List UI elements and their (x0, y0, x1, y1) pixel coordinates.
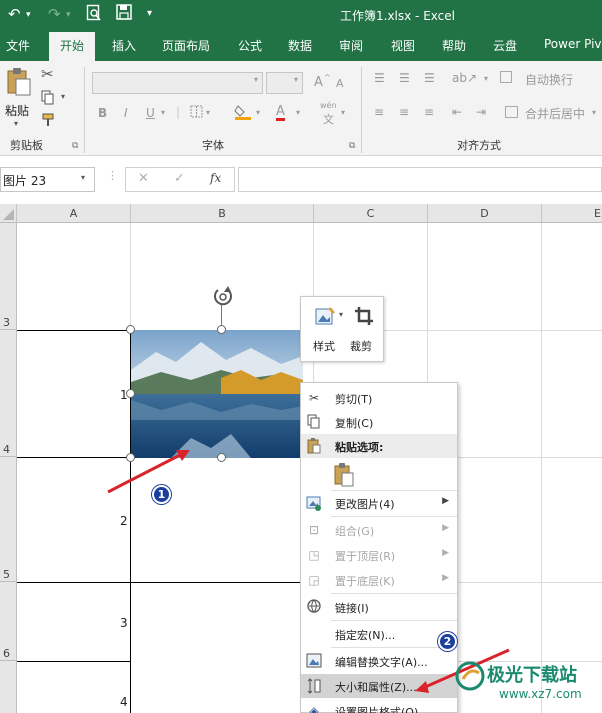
watermark-text: 极光下载站 (487, 665, 577, 686)
watermark: 极光下载站 www.xz7.com (455, 655, 602, 713)
step-badge-1: 1 (152, 485, 171, 504)
annotation-arrows (107, 450, 510, 693)
watermark-url: www.xz7.com (499, 687, 582, 701)
step-badge-2: 2 (438, 632, 457, 651)
watermark-logo-icon (455, 661, 485, 694)
